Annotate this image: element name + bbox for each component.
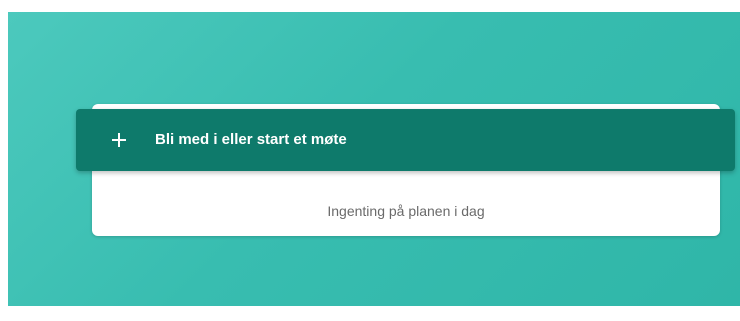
join-or-start-meeting-button[interactable]: Bli med i eller start et møte <box>76 109 735 171</box>
no-meetings-text: Ingenting på planen i dag <box>327 203 485 219</box>
plus-icon <box>112 133 126 147</box>
join-or-start-meeting-label: Bli med i eller start et møte <box>155 131 347 148</box>
meet-background: Ingenting på planen i dag Bli med i elle… <box>8 12 740 306</box>
